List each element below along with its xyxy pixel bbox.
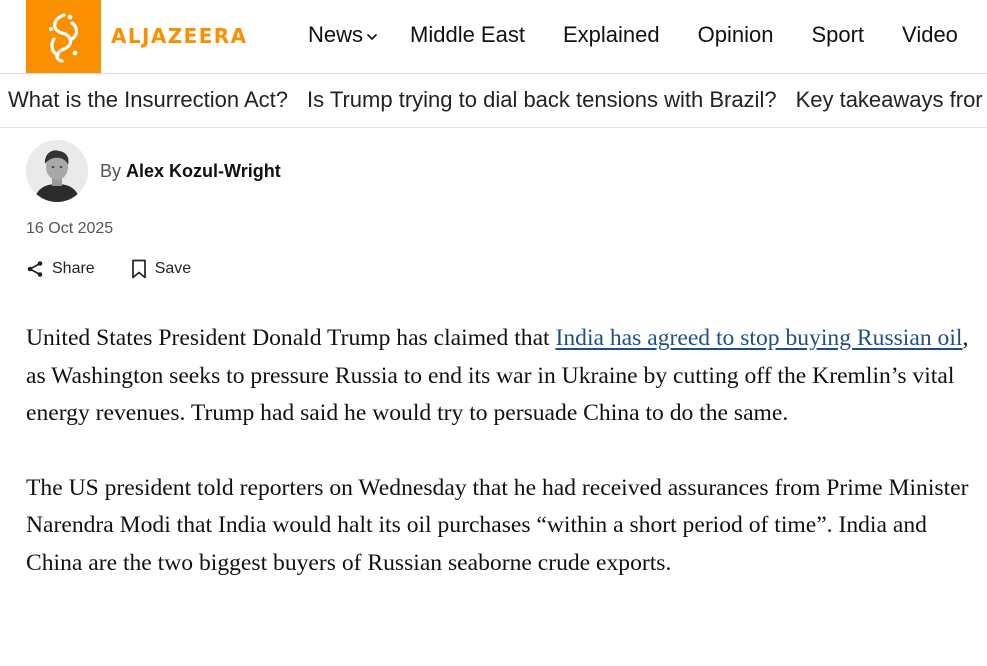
bookmark-icon — [131, 259, 146, 279]
nav-item-video[interactable]: Video — [902, 22, 958, 48]
logo-wordmark[interactable]: ALJAZEERA — [111, 24, 247, 48]
nav-item-label: News — [308, 22, 364, 47]
trending-bar: What is the Insurrection Act? Is Trump t… — [0, 74, 987, 128]
save-label: Save — [154, 260, 192, 277]
trending-list: What is the Insurrection Act? Is Trump t… — [8, 87, 987, 113]
nav-item-opinion[interactable]: Opinion — [698, 22, 774, 48]
byline: By Alex Kozul-Wright — [100, 161, 281, 182]
logo-calligraphy-icon — [48, 12, 78, 63]
nav-item-middle-east[interactable]: Middle East — [410, 22, 525, 48]
main-nav: News Middle East Explained Opinion Sport… — [308, 20, 958, 50]
nav-item-explained[interactable]: Explained — [563, 22, 660, 48]
trending-link[interactable]: Is Trump trying to dial back tensions wi… — [307, 87, 777, 113]
byline-prefix: By — [100, 161, 122, 181]
nav-item-news[interactable]: News — [308, 22, 378, 48]
trending-link[interactable]: Key takeaways fror — [796, 87, 983, 113]
share-icon — [27, 261, 43, 277]
site-header: ALJAZEERA News Middle East Explained Opi… — [0, 0, 987, 74]
save-button[interactable]: Save — [131, 259, 191, 279]
aljazeera-logo[interactable] — [26, 0, 101, 73]
article-inline-link[interactable]: India has agreed to stop buy­ing Russian… — [556, 325, 963, 351]
article-body: United States President Donald Trump has… — [26, 320, 974, 619]
paragraph-text: United States President Donald Trump has… — [26, 325, 556, 351]
article-paragraph: The US president told reporters on Wedne… — [26, 474, 969, 576]
trending-link[interactable]: What is the Insurrection Act? — [8, 87, 288, 113]
author-name-link[interactable]: Alex Kozul-Wright — [126, 161, 281, 181]
share-button[interactable]: Share — [26, 260, 95, 278]
share-label: Share — [52, 260, 95, 277]
author-photo — [26, 140, 88, 202]
author-avatar[interactable] — [26, 140, 88, 202]
article-actions: Share Save — [26, 259, 191, 279]
chevron-down-icon — [366, 33, 378, 40]
nav-item-sport[interactable]: Sport — [811, 22, 864, 48]
publish-date: 16 Oct 2025 — [26, 220, 114, 237]
article-paragraph: United States President Donald Trump has… — [26, 320, 974, 433]
